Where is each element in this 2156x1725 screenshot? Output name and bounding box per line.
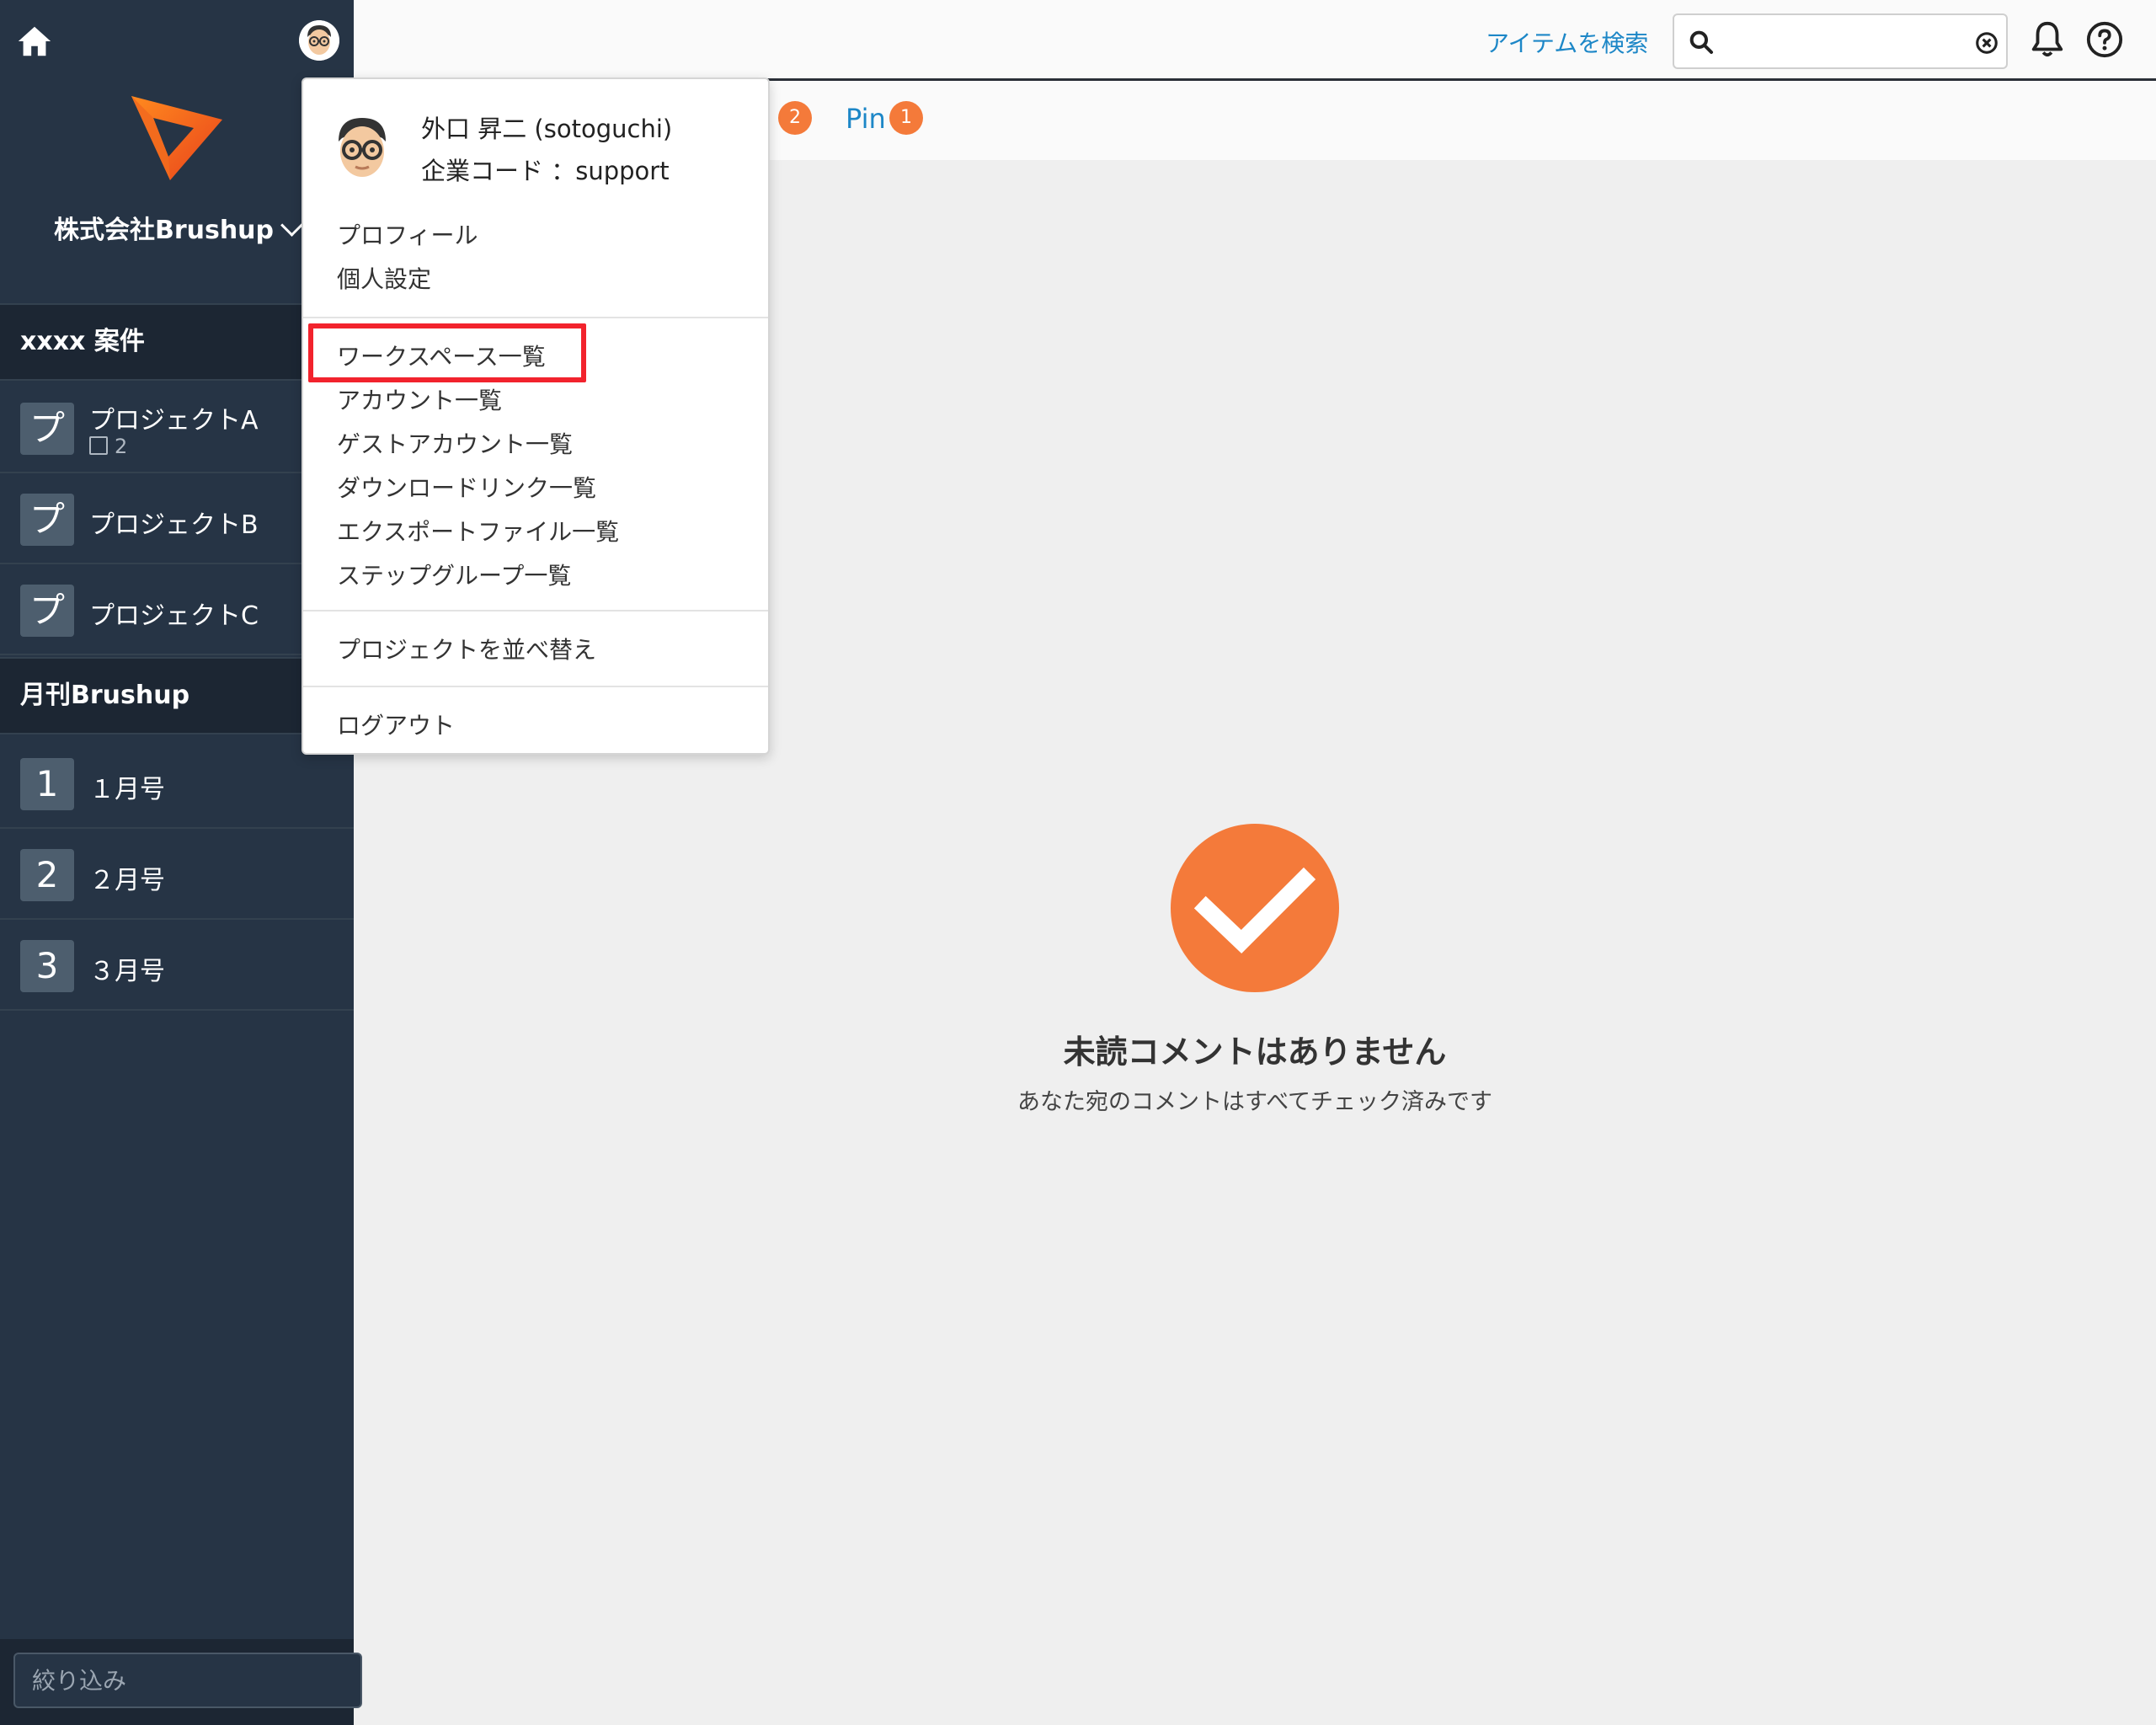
- sidebar-item-label: ２月号: [89, 866, 165, 895]
- menu-divider: [303, 686, 768, 687]
- project-badge: 3: [20, 940, 74, 992]
- sidebar-item-label: プロジェクトC: [89, 601, 259, 631]
- pin-count-badge: 1: [889, 101, 923, 135]
- menu-item-account-list[interactable]: アカウント一覧: [337, 382, 502, 416]
- bell-icon[interactable]: [2028, 19, 2067, 61]
- company-name: 株式会社Brushup: [53, 216, 275, 245]
- help-icon[interactable]: [2085, 20, 2124, 59]
- menu-item-personal-settings[interactable]: 個人設定: [337, 261, 431, 295]
- empty-state-title: 未読コメントはありません: [1063, 1033, 1447, 1071]
- sidebar-item-label: ３月号: [89, 957, 165, 986]
- search-input[interactable]: [1725, 22, 1956, 62]
- sidebar-item-mar[interactable]: 3 ３月号: [0, 920, 354, 1011]
- task-count: 2: [89, 435, 127, 458]
- search-box: [1673, 13, 2008, 69]
- company-code: 企業コード ：support: [421, 157, 670, 185]
- sidebar-item-label: プロジェクトA: [89, 406, 259, 435]
- sidebar-item-feb[interactable]: 2 ２月号: [0, 829, 354, 920]
- tab-count-badge: 2: [778, 101, 812, 135]
- checkbox-icon: [89, 436, 108, 455]
- menu-item-guest-account-list[interactable]: ゲストアカウント一覧: [337, 426, 573, 460]
- sidebar: 株式会社Brushup xxxx 案件 プ プロジェクトA 2 プ プロジェクト…: [0, 0, 362, 1725]
- task-count-value: 2: [115, 435, 128, 458]
- group-header[interactable]: 月刊Brushup: [0, 657, 354, 734]
- sidebar-item-project-a[interactable]: プ プロジェクトA 2: [0, 382, 354, 473]
- home-icon[interactable]: [15, 22, 54, 61]
- top-header: アイテムを検索: [354, 0, 2156, 81]
- filter-input[interactable]: [13, 1653, 362, 1708]
- checkmark-icon: [1171, 824, 1339, 992]
- group-header[interactable]: xxxx 案件: [0, 303, 354, 381]
- filter-area: [0, 1639, 362, 1725]
- sidebar-item-project-c[interactable]: プ プロジェクトC: [0, 564, 354, 655]
- menu-item-download-link-list[interactable]: ダウンロードリンク一覧: [337, 470, 596, 504]
- user-menu: 外口 昇二 (sotoguchi) 企業コード ：support プロフィール …: [302, 77, 770, 755]
- menu-item-sort-projects[interactable]: プロジェクトを並べ替え: [337, 632, 596, 665]
- sidebar-item-jan[interactable]: 1 １月号: [0, 738, 354, 829]
- project-badge: プ: [20, 494, 74, 546]
- brushup-logo: [131, 96, 222, 180]
- menu-item-profile[interactable]: プロフィール: [337, 217, 478, 251]
- avatar: [322, 108, 403, 189]
- project-badge: 2: [20, 849, 74, 901]
- user-name: 外口 昇二 (sotoguchi): [421, 115, 673, 143]
- avatar[interactable]: [299, 20, 339, 61]
- tab-pin[interactable]: Pin: [846, 103, 886, 135]
- chevron-down-icon: [280, 214, 303, 237]
- sidebar-item-label: １月号: [89, 775, 165, 804]
- menu-item-workspace-list[interactable]: ワークスペース一覧: [337, 339, 546, 372]
- sidebar-item-label: プロジェクトB: [89, 510, 259, 540]
- project-badge: プ: [20, 585, 74, 637]
- company-switcher[interactable]: 株式会社Brushup: [0, 209, 354, 246]
- project-badge: 1: [20, 758, 74, 810]
- clear-icon[interactable]: [1974, 30, 1999, 56]
- item-search-link[interactable]: アイテムを検索: [1486, 25, 1648, 59]
- menu-item-logout[interactable]: ログアウト: [337, 708, 455, 741]
- menu-item-step-group-list[interactable]: ステップグループ一覧: [337, 558, 571, 591]
- project-badge: プ: [20, 403, 74, 455]
- menu-item-export-file-list[interactable]: エクスポートファイル一覧: [337, 514, 619, 547]
- empty-state-subtitle: あなた宛のコメントはすべてチェック済みです: [1017, 1089, 1493, 1115]
- search-icon: [1689, 30, 1713, 54]
- menu-divider: [303, 317, 768, 318]
- menu-divider: [303, 610, 768, 611]
- sidebar-item-project-b[interactable]: プ プロジェクトB: [0, 473, 354, 564]
